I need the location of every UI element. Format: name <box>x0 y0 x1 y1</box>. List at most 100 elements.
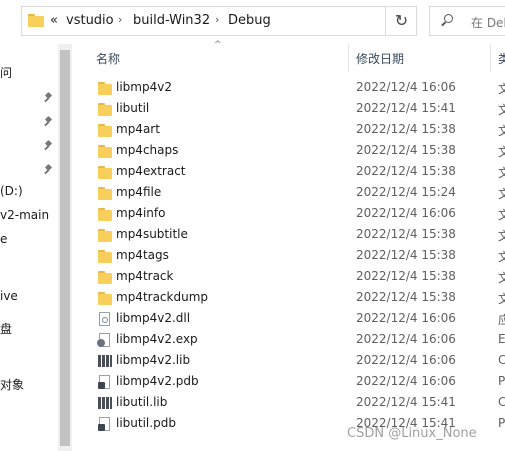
pdb-file-icon <box>97 374 113 390</box>
file-row[interactable]: mp4track 2022/12/4 15:38 文 <box>72 266 505 287</box>
file-date-modified: 2022/12/4 15:38 <box>356 290 456 304</box>
file-type: 文 <box>498 166 505 180</box>
file-row[interactable]: libmp4v2.pdb 2022/12/4 16:06 P <box>72 371 505 392</box>
search-placeholder: 在 Debu <box>471 16 505 30</box>
column-divider[interactable] <box>348 44 349 72</box>
file-row[interactable]: mp4info 2022/12/4 16:06 文 <box>72 203 505 224</box>
file-row[interactable]: mp4file 2022/12/4 15:24 文 <box>72 182 505 203</box>
dll-file-icon <box>97 311 113 327</box>
file-date-modified: 2022/12/4 16:06 <box>356 80 456 94</box>
file-name[interactable]: libmp4v2.dll <box>116 311 190 325</box>
file-name[interactable]: mp4file <box>116 185 161 199</box>
nav-scrollbar[interactable] <box>58 44 72 451</box>
file-name[interactable]: mp4chaps <box>116 143 178 157</box>
pin-icon[interactable] <box>44 117 52 127</box>
file-name[interactable]: mp4art <box>116 122 160 136</box>
file-row[interactable]: mp4extract 2022/12/4 15:38 文 <box>72 161 505 182</box>
file-date-modified: 2022/12/4 15:38 <box>356 164 456 178</box>
nav-item[interactable]: e <box>0 232 7 246</box>
nav-item-drive-d[interactable]: (D:) <box>0 184 23 198</box>
file-name[interactable]: mp4extract <box>116 164 186 178</box>
nav-item-onedrive[interactable]: ive <box>0 289 18 303</box>
file-name[interactable]: libutil.pdb <box>116 416 176 430</box>
file-type: 文 <box>498 103 505 117</box>
navigation-pane: 问 (D:) v2-main e ive 盘 对象 <box>0 44 58 451</box>
pin-icon[interactable] <box>44 165 52 175</box>
file-name[interactable]: mp4subtitle <box>116 227 188 241</box>
file-name[interactable]: libmp4v2 <box>116 80 172 94</box>
pin-icon[interactable] <box>44 93 52 103</box>
file-type: 文 <box>498 187 505 201</box>
file-date-modified: 2022/12/4 16:06 <box>356 206 456 220</box>
file-row[interactable]: libmp4v2.exp 2022/12/4 16:06 E <box>72 329 505 350</box>
file-date-modified: 2022/12/4 15:38 <box>356 122 456 136</box>
folder-icon <box>97 206 113 222</box>
file-row[interactable]: mp4art 2022/12/4 15:38 文 <box>72 119 505 140</box>
file-row[interactable]: libmp4v2 2022/12/4 16:06 文 <box>72 77 505 98</box>
file-name[interactable]: mp4track <box>116 269 173 283</box>
breadcrumb-vstudio[interactable]: vstudio <box>66 13 114 28</box>
nav-item-v2-main[interactable]: v2-main <box>0 208 49 222</box>
file-type: 文 <box>498 229 505 243</box>
file-type: 文 <box>498 292 505 306</box>
file-row[interactable]: libutil.lib 2022/12/4 15:41 C <box>72 392 505 413</box>
address-bar[interactable]: « vstudio › build-Win32 › Debug ⌄ <box>21 6 402 36</box>
column-divider[interactable] <box>490 44 491 72</box>
file-name[interactable]: libutil.lib <box>116 395 167 409</box>
file-name[interactable]: mp4tags <box>116 248 169 262</box>
file-name[interactable]: libmp4v2.exp <box>116 332 198 346</box>
file-row[interactable]: mp4tags 2022/12/4 15:38 文 <box>72 245 505 266</box>
file-row[interactable]: libmp4v2.lib 2022/12/4 16:06 C <box>72 350 505 371</box>
file-row[interactable]: mp4trackdump 2022/12/4 15:38 文 <box>72 287 505 308</box>
breadcrumb-chevron-icon[interactable]: › <box>118 13 122 26</box>
folder-icon <box>97 143 113 159</box>
folder-icon <box>97 122 113 138</box>
file-date-modified: 2022/12/4 15:38 <box>356 269 456 283</box>
file-date-modified: 2022/12/4 15:38 <box>356 248 456 262</box>
file-date-modified: 2022/12/4 16:06 <box>356 332 456 346</box>
file-name[interactable]: libmp4v2.lib <box>116 353 190 367</box>
watermark: CSDN @Linux_None <box>347 426 477 441</box>
file-name[interactable]: libmp4v2.pdb <box>116 374 199 388</box>
file-row[interactable]: mp4chaps 2022/12/4 15:38 文 <box>72 140 505 161</box>
nav-item[interactable]: 问 <box>0 64 12 81</box>
breadcrumb-build-win32[interactable]: build-Win32 <box>133 13 210 28</box>
file-type: P <box>498 416 505 430</box>
breadcrumb-chevron-icon[interactable]: › <box>215 13 219 26</box>
pin-icon[interactable] <box>44 141 52 151</box>
file-name[interactable]: libutil <box>116 101 149 115</box>
nav-scrollbar-thumb[interactable] <box>60 50 70 446</box>
file-type: E <box>498 332 505 346</box>
file-type: C <box>498 353 505 367</box>
file-type: 文 <box>498 145 505 159</box>
nav-item-disk[interactable]: 盘 <box>0 320 12 337</box>
file-row[interactable]: libutil 2022/12/4 15:41 文 <box>72 98 505 119</box>
file-date-modified: 2022/12/4 15:38 <box>356 227 456 241</box>
column-header-name[interactable]: 名称 <box>96 50 120 67</box>
folder-icon <box>97 248 113 264</box>
nav-item-objects[interactable]: 对象 <box>0 376 24 393</box>
folder-icon <box>28 14 44 27</box>
file-type: 文 <box>498 82 505 96</box>
file-name[interactable]: mp4info <box>116 206 165 220</box>
search-icon <box>444 14 453 23</box>
column-header-type[interactable]: 类 <box>498 50 505 67</box>
breadcrumb-debug[interactable]: Debug <box>228 13 271 28</box>
file-type: P <box>498 374 505 388</box>
refresh-button[interactable]: ↻ <box>387 6 417 36</box>
folder-icon <box>97 185 113 201</box>
file-name[interactable]: mp4trackdump <box>116 290 208 304</box>
lib-file-icon <box>97 395 113 411</box>
file-type: C <box>498 395 505 409</box>
sort-ascending-icon: ^ <box>214 40 222 50</box>
search-input[interactable]: 在 Debu <box>429 6 505 36</box>
breadcrumb-overflow-button[interactable]: « <box>50 13 58 28</box>
file-row[interactable]: libmp4v2.dll 2022/12/4 16:06 应 <box>72 308 505 329</box>
file-row[interactable]: mp4subtitle 2022/12/4 15:38 文 <box>72 224 505 245</box>
lib-file-icon <box>97 353 113 369</box>
pdb-file-icon <box>97 416 113 432</box>
file-type: 文 <box>498 208 505 222</box>
column-header-date-modified[interactable]: 修改日期 <box>356 50 404 67</box>
file-date-modified: 2022/12/4 16:06 <box>356 311 456 325</box>
exp-file-icon <box>97 332 113 348</box>
